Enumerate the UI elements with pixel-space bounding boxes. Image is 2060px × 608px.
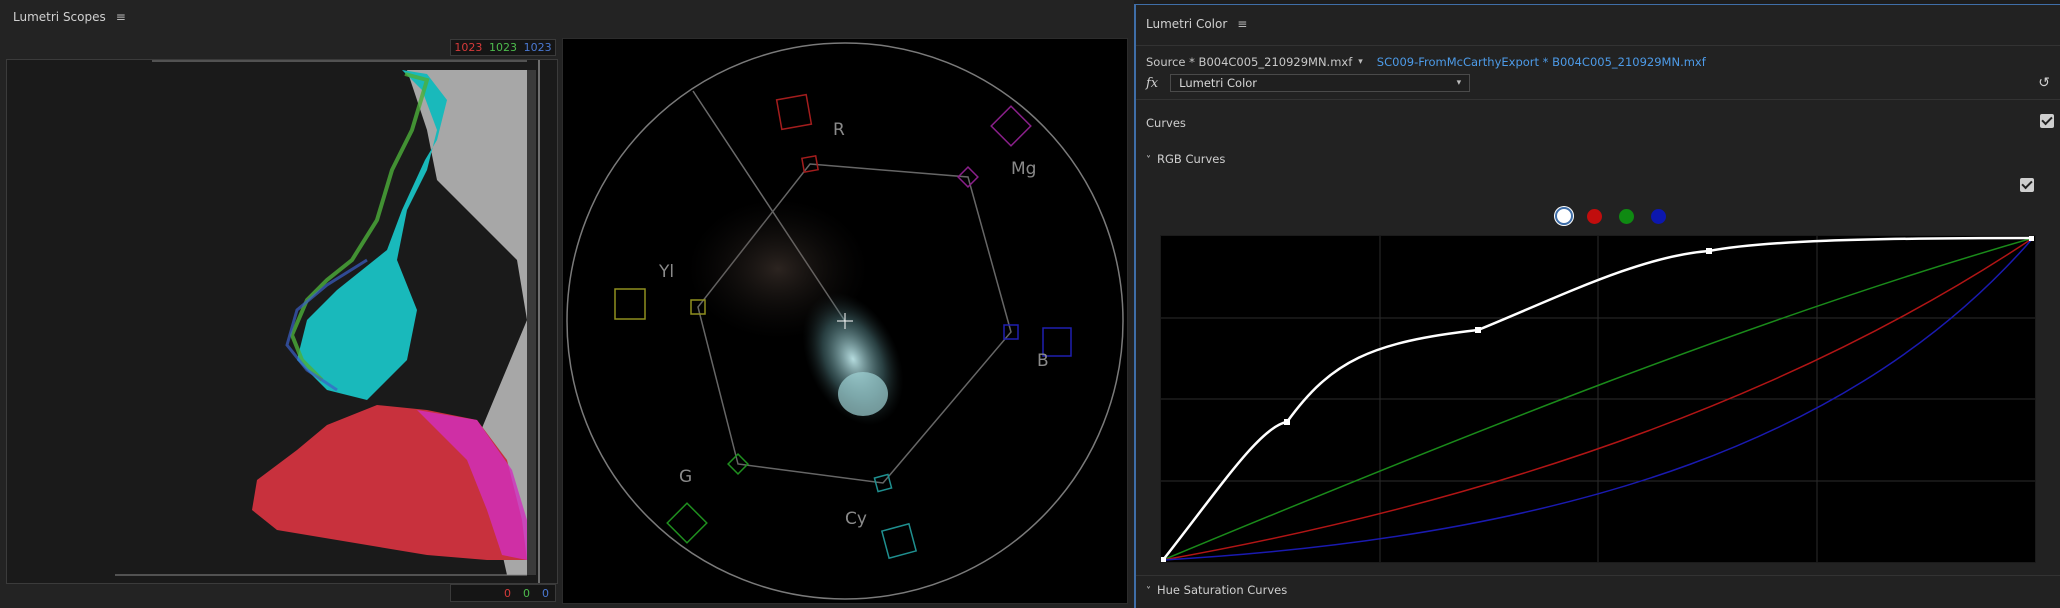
fx-toggle[interactable]: fx — [1146, 76, 1158, 91]
curve-point[interactable] — [1284, 419, 1290, 425]
effect-row: fx Lumetri Color ▾ — [1146, 73, 1471, 93]
vectorscope-graphic: R Mg B Cy G Yl — [566, 42, 1124, 600]
rgb-curves-title: RGB Curves — [1157, 152, 1226, 166]
vectorscope: R Mg B Cy G Yl — [562, 38, 1128, 604]
color-panel-title[interactable]: Lumetri Color — [1146, 17, 1227, 31]
parade-green-max: 1023 — [488, 41, 517, 54]
parade-red-min: 0 — [504, 586, 511, 600]
reset-icon[interactable]: ↺ — [2038, 75, 2050, 91]
hue-sat-divider — [1136, 575, 2060, 576]
histogram-graphic — [115, 60, 540, 583]
hue-sat-curves-header[interactable]: ˅ Hue Saturation Curves — [1146, 583, 1287, 597]
curves-enable-checkbox[interactable] — [2040, 114, 2054, 128]
effect-select[interactable]: Lumetri Color ▾ — [1170, 74, 1471, 92]
vectorscope-label-r: R — [833, 120, 845, 140]
channel-luma-button[interactable] — [1555, 207, 1573, 225]
hamburger-icon[interactable]: ≡ — [1237, 17, 1247, 31]
curve-point[interactable] — [1706, 248, 1712, 254]
chevron-down-icon[interactable]: ˅ — [1146, 586, 1151, 597]
parade-blue-min: 0 — [542, 586, 549, 600]
channel-red-button[interactable] — [1587, 209, 1602, 224]
scopes-panel-title[interactable]: Lumetri Scopes — [13, 10, 106, 24]
curve-point[interactable] — [1475, 327, 1481, 333]
parade-green-min: 0 — [523, 586, 530, 600]
curve-point[interactable] — [2029, 236, 2034, 241]
vectorscope-label-cy: Cy — [845, 509, 867, 529]
curves-section-title[interactable]: Curves — [1146, 116, 1186, 130]
header-divider — [1136, 45, 2060, 46]
vectorscope-label-yl: Yl — [658, 262, 674, 282]
fx-divider — [1136, 99, 2060, 100]
lumetri-color-panel: Lumetri Color ≡ Source * B004C005_210929… — [1134, 4, 2060, 608]
vectorscope-label-mg: Mg — [1011, 159, 1036, 179]
hue-sat-curves-title: Hue Saturation Curves — [1157, 583, 1288, 597]
chevron-down-icon[interactable]: ˅ — [1146, 155, 1151, 166]
parade-top-legend: 1023 1023 1023 — [450, 39, 556, 56]
sequence-clip-link[interactable]: SC009-FromMcCarthyExport * B004C005_2109… — [1377, 55, 1706, 69]
channel-green-button[interactable] — [1619, 209, 1634, 224]
hamburger-icon[interactable]: ≡ — [116, 10, 126, 24]
chevron-down-icon: ▾ — [1456, 78, 1462, 88]
effect-select-value: Lumetri Color — [1179, 76, 1258, 90]
rgb-curve-graphic[interactable] — [1161, 236, 2035, 562]
scopes-panel-header: Lumetri Scopes ≡ — [0, 0, 126, 34]
parade-bottom-legend: 0 0 0 — [450, 584, 556, 602]
lumetri-scopes-panel: Lumetri Scopes ≡ 1023 1023 1023 0 0 0 R … — [0, 0, 1134, 608]
rgb-curves-enable-checkbox[interactable] — [2020, 178, 2034, 192]
source-clip-label[interactable]: Source * B004C005_210929MN.mxf — [1146, 55, 1352, 69]
curve-point[interactable] — [1161, 557, 1166, 562]
channel-blue-button[interactable] — [1651, 209, 1666, 224]
color-panel-header: Lumetri Color ≡ — [1146, 5, 1247, 43]
parade-blue-max: 1023 — [523, 41, 552, 54]
vectorscope-label-g: G — [679, 467, 692, 487]
rgb-curve-editor[interactable] — [1160, 235, 2036, 563]
chevron-down-icon[interactable]: ▾ — [1358, 57, 1363, 67]
parade-red-max: 1023 — [454, 41, 483, 54]
source-row: Source * B004C005_210929MN.mxf ▾ SC009-F… — [1146, 53, 1706, 71]
histogram-scope — [6, 59, 558, 584]
vectorscope-label-b: B — [1037, 351, 1049, 371]
rgb-curves-header[interactable]: ˅ RGB Curves — [1146, 152, 1225, 166]
